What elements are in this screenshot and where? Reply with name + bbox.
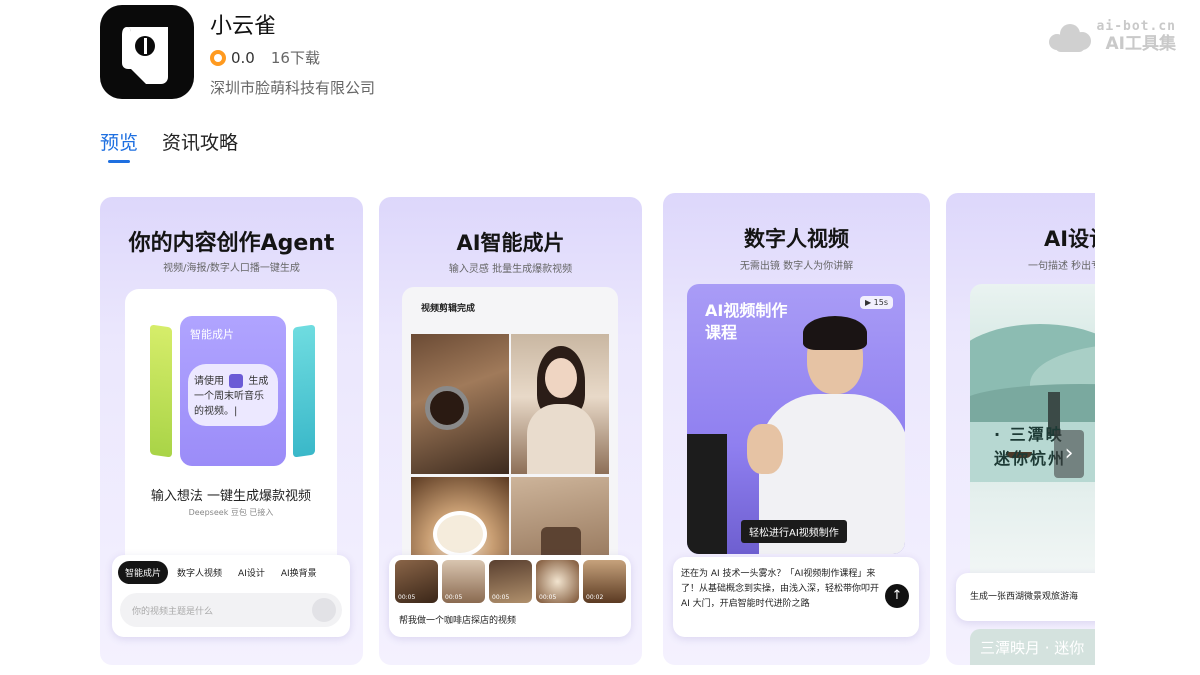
tab-news-guides[interactable]: 资讯攻略 [162, 128, 238, 163]
bubble-text: 请使用 [194, 376, 224, 387]
panel-caption-small: Deepseek 豆包 已接入 [188, 508, 274, 517]
thumbnail[interactable]: 00:05 [442, 560, 485, 603]
watermark-name: AI工具集 [1105, 34, 1176, 54]
bubble-text: 一个周末听音乐 [194, 391, 264, 402]
phone-panel: 智能成片 请使用 生成 一个周末听音乐 的视频。| 输入想法 一键生成爆款视频 … [125, 289, 337, 579]
tab-preview[interactable]: 预览 [100, 128, 138, 163]
panel-title: 视频剪辑完成 [421, 304, 476, 314]
presenter-hand [747, 424, 783, 474]
video-preview[interactable]: AI视频制作课程 ▶ 15s 轻松进行AI视频制作 [687, 284, 905, 554]
developer-name[interactable]: 深圳市脸萌科技有限公司 [210, 77, 375, 98]
screenshot-1[interactable]: 你的内容创作Agent 视频/海报/数字人口播一键生成 智能成片 请使用 生成 … [100, 197, 363, 665]
video-title: AI视频制作课程 [705, 301, 788, 342]
screenshot-subtitle: 视频/海报/数字人口播一键生成 [163, 263, 300, 274]
thumbnail-duration: 00:05 [492, 594, 510, 601]
watermark-logo-icon [1048, 22, 1091, 52]
feature-card-label: 智能成片 [190, 328, 234, 341]
screenshot-title: AI智能成片 [456, 231, 565, 255]
prompt-text: 生成一张西湖微景观旅游海 [970, 592, 1079, 602]
mode-chips: 智能成片 数字人视频 AI设计 AI换背景 [118, 561, 326, 584]
bubble-text: 的视频。| [194, 406, 238, 417]
feature-card: 智能成片 请使用 生成 一个周末听音乐 的视频。| [180, 316, 286, 466]
thumbnail[interactable]: 00:02 [583, 560, 626, 603]
app-icon [100, 5, 194, 99]
bubble-text: 生成 [248, 376, 269, 387]
app-title: 小云雀 [210, 14, 277, 39]
thumbnail-duration: 00:05 [445, 594, 463, 601]
chip-ai-design[interactable]: AI设计 [231, 561, 272, 584]
chip-ai-background[interactable]: AI换背景 [274, 561, 324, 584]
person-photo [511, 334, 609, 474]
send-arrow-icon[interactable]: ↑ [885, 584, 909, 608]
thumbnail[interactable]: 00:05 [536, 560, 579, 603]
phone-panel: 视频剪辑完成 [402, 287, 618, 587]
panel-caption: 输入想法 一键生成爆款视频 [150, 489, 312, 504]
prompt-bubble: 请使用 生成 一个周末听音乐 的视频。| [188, 364, 278, 426]
chip-smart-video[interactable]: 智能成片 [118, 561, 169, 584]
app-mini-icon [229, 374, 244, 388]
watermark-domain: ai-bot.cn [1096, 19, 1176, 34]
next-result-card: 三潭映月 · 迷你 [970, 629, 1095, 665]
download-count: 16下载 [270, 49, 320, 67]
rating-row: 0.0 16下载 [210, 47, 320, 68]
thumbnail-duration: 00:02 [586, 594, 604, 601]
prompt-text: 帮我做一个咖啡店探店的视频 [399, 616, 517, 626]
input-card: 生成一张西湖微景观旅游海 [956, 573, 1095, 621]
coffee-photo [411, 334, 509, 474]
screenshot-carousel: 你的内容创作Agent 视频/海报/数字人口播一键生成 智能成片 请使用 生成 … [0, 0, 1095, 675]
chip-digital-human[interactable]: 数字人视频 [170, 561, 229, 584]
mountain [970, 384, 1095, 424]
screenshot-3[interactable]: 数字人视频 无需出镜 数字人为你讲解 AI视频制作课程 ▶ 15s 轻松进行AI… [663, 193, 930, 665]
send-icon[interactable] [312, 598, 336, 622]
screenshot-subtitle: 输入灵感 批量生成爆款视频 [448, 264, 573, 275]
thumbnail[interactable]: 00:05 [489, 560, 532, 603]
watermark: ai-bot.cn AI工具集 [1048, 19, 1176, 54]
rating-value: 0.0 [231, 48, 255, 67]
screenshot-title: 你的内容创作Agent [128, 231, 335, 256]
tab-bar: 预览 资讯攻略 [100, 128, 262, 163]
thumbnail[interactable]: 00:05 [395, 560, 438, 603]
input-card: 智能成片 数字人视频 AI设计 AI换背景 你的视频主题是什么 [112, 555, 350, 637]
presenter-hair [803, 316, 867, 350]
screenshot-title: 数字人视频 [744, 227, 849, 251]
screenshot-subtitle: 无需出镜 数字人为你讲解 [739, 261, 854, 272]
side-card-right [293, 324, 315, 458]
rating-icon [210, 49, 226, 66]
input-card: 还在为 AI 技术一头雾水？「AI视频制作课程」来了！从基础概念到实操，由浅入深… [673, 557, 919, 637]
screenshot-4[interactable]: AI设计 一句描述 秒出专 · 三潭映 迷你杭州 › 生成一张西湖微景观旅游海 … [946, 193, 1095, 665]
screenshot-subtitle: 一句描述 秒出专 [1028, 261, 1095, 272]
thumbnail-duration: 00:05 [539, 594, 557, 601]
screenshot-title: AI设计 [1044, 227, 1095, 251]
thumbnail-strip: 00:05 00:05 00:05 00:05 00:02 [395, 560, 630, 603]
duration-badge: ▶ 15s [859, 296, 893, 309]
input-card: 00:05 00:05 00:05 00:05 00:02 帮我做一个咖啡店探店… [389, 555, 631, 637]
video-caption: 轻松进行AI视频制作 [741, 520, 847, 543]
screenshot-2[interactable]: AI智能成片 输入灵感 批量生成爆款视频 视频剪辑完成 00:05 00:05 [379, 197, 642, 665]
carousel-next-button[interactable]: › [1054, 430, 1084, 478]
topic-input[interactable]: 你的视频主题是什么 [120, 593, 342, 627]
camera-icon [687, 434, 727, 554]
side-card-left [150, 324, 172, 458]
message-text: 还在为 AI 技术一头雾水？「AI视频制作课程」来了！从基础概念到实操，由浅入深… [681, 569, 880, 609]
thumbnail-duration: 00:05 [398, 594, 416, 601]
